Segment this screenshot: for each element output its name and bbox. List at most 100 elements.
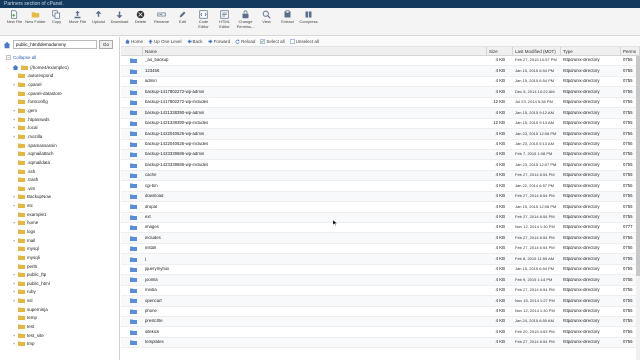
tree-item[interactable]: - (/home4/example1) — [0, 63, 119, 72]
file-name[interactable]: templates — [143, 340, 487, 345]
view-button[interactable]: View — [256, 10, 277, 25]
file-name[interactable]: phone — [143, 309, 487, 314]
file-row[interactable]: j 4 KB Feb 8, 2015 11:59 AM httpd/unix-dire… — [121, 254, 640, 265]
file-row[interactable]: backup-1417802272-wp-includes 12 KB Jul 23… — [121, 98, 640, 109]
move-button[interactable]: Move File — [67, 10, 88, 25]
column-name[interactable]: Name — [143, 46, 487, 56]
file-name[interactable]: backup-1421338390-wp-includes — [143, 121, 487, 126]
file-name[interactable]: opencart — [143, 299, 487, 304]
column-modified[interactable]: Last Modified (MDT) — [513, 46, 561, 56]
file-name[interactable]: install — [143, 246, 487, 251]
tree-toggle[interactable]: + — [12, 194, 16, 199]
extract-button[interactable]: Extract — [277, 10, 298, 25]
tree-item[interactable]: + .gem — [0, 106, 119, 115]
file-name[interactable]: backup-1417802272-wp-admin — [143, 90, 487, 95]
go-button[interactable]: Go — [99, 40, 113, 49]
unselect-all-action[interactable]: Unselect all — [289, 39, 319, 44]
code-editor-button[interactable]: Code Editor — [193, 10, 214, 29]
tree-item[interactable]: .sqmaildata — [0, 158, 119, 167]
reload-action[interactable]: Reload — [235, 39, 255, 44]
file-name[interactable]: jquerymyfiux — [143, 267, 487, 272]
tree-item[interactable]: + public_ftp — [0, 270, 119, 279]
tree-toggle[interactable]: + — [12, 289, 16, 294]
tree-item[interactable]: .ssh — [0, 167, 119, 176]
tree-toggle[interactable]: + — [12, 82, 16, 87]
file-row[interactable]: backup-1417802272-wp-admin 4 KB Dec 5, 201… — [121, 87, 640, 98]
tree-item[interactable]: + etc — [0, 201, 119, 210]
file-name[interactable]: joomla — [143, 278, 487, 283]
file-row[interactable]: phone 4 KB Nov 12, 2014 1:30 PM httpd/unix-… — [121, 307, 640, 317]
tree-item[interactable]: + ruby — [0, 288, 119, 297]
file-row[interactable]: 123456 4 KB Jan 15, 2015 6:54 PM httpd/unix… — [121, 66, 640, 77]
tree-toggle[interactable]: + — [12, 238, 16, 243]
path-input[interactable] — [13, 40, 97, 49]
file-row[interactable]: jquerymyfiux 4 KB Jan 15, 2015 6:54 PM http… — [121, 265, 640, 276]
rename-button[interactable]: Rename — [151, 10, 172, 25]
tree-toggle[interactable]: + — [12, 298, 16, 303]
forward-action[interactable]: Forward — [207, 39, 230, 44]
tree-toggle[interactable]: + — [12, 117, 16, 122]
tree-item[interactable]: .sqmailattach — [0, 149, 119, 158]
file-name[interactable]: backup-1417802272-wp-includes — [143, 100, 487, 105]
tree-item[interactable]: .trash — [0, 175, 119, 184]
html-editor-button[interactable]: HTML Editor — [214, 10, 235, 29]
compress-button[interactable]: Compress — [298, 10, 319, 25]
home-icon[interactable] — [3, 41, 11, 49]
file-row[interactable]: drupal 4 KB Jan 15, 2015 12:08 PM httpd/uni… — [121, 202, 640, 213]
file-row[interactable]: backup-1423339686-wp-includes 4 KB Jan 23,… — [121, 160, 640, 171]
tree-item[interactable]: + tmp — [0, 340, 119, 349]
tree-toggle[interactable]: + — [12, 108, 16, 113]
tree-toggle[interactable]: + — [12, 220, 16, 225]
file-name[interactable]: includes — [143, 236, 487, 241]
copy-button[interactable]: Copy — [46, 10, 67, 25]
file-name[interactable]: j — [143, 257, 487, 262]
tree-toggle[interactable]: + — [12, 125, 16, 130]
file-name[interactable]: drupal — [143, 205, 487, 210]
tree-toggle[interactable]: + — [12, 333, 16, 338]
tree-item[interactable]: + .htpasswds — [0, 115, 119, 124]
scrollbar-thumb[interactable] — [636, 56, 640, 276]
tree-item[interactable]: + BackupNow — [0, 193, 119, 202]
file-name[interactable]: backup-1422040626-wp-includes — [143, 142, 487, 147]
tree-item[interactable]: superninja — [0, 305, 119, 314]
tree-toggle[interactable]: + — [12, 281, 16, 286]
file-name[interactable]: 123456 — [143, 69, 487, 74]
permissions-button[interactable]: Change Permiss... — [235, 10, 256, 29]
column-size[interactable]: Size — [487, 46, 513, 56]
edit-button[interactable]: Edit — [172, 10, 193, 25]
collapse-all-link[interactable]: Collapse all — [0, 52, 119, 63]
file-row[interactable]: backup-1422040626-wp-includes 4 KB Jan 23,… — [121, 140, 640, 150]
column-type[interactable]: Type — [561, 46, 621, 56]
file-row[interactable]: opencart 4 KB Nov 15, 2014 1:27 PM httpd/un… — [121, 296, 640, 307]
file-name[interactable]: _ao_backup — [143, 58, 487, 63]
tree-toggle[interactable]: + — [12, 134, 16, 139]
file-row[interactable]: backup-1421338390-wp-admin 4 KB Jan 15, 20… — [121, 108, 640, 119]
download-button[interactable]: Download — [109, 10, 130, 25]
file-name[interactable]: admin — [143, 79, 487, 84]
file-name[interactable]: cgi-bin — [143, 184, 487, 189]
column-perms[interactable]: Perms — [621, 46, 640, 56]
tree-toggle[interactable]: + — [12, 272, 16, 277]
file-row[interactable]: backup-1422040626-wp-admin 4 KB Jan 23, 20… — [121, 129, 640, 140]
tree-item[interactable]: test — [0, 322, 119, 331]
tree-item[interactable]: + ssl — [0, 296, 119, 305]
file-row[interactable]: install 4 KB Feb 27, 2014 6:54 PM httpd/uni… — [121, 244, 640, 255]
delete-button[interactable]: Delete — [130, 10, 151, 25]
tree-item[interactable]: + .cpanel — [0, 80, 119, 89]
file-name[interactable]: prestcrtle — [143, 319, 487, 324]
file-row[interactable]: images 4 KB Nov 12, 2014 1:30 PM httpd/unix… — [121, 223, 640, 234]
file-row[interactable]: backup-1421338390-wp-includes 12 KB Jan 15… — [121, 119, 640, 130]
back-action[interactable]: Back — [186, 39, 203, 44]
file-name[interactable]: sitekick — [143, 330, 487, 335]
tree-item[interactable]: logs — [0, 227, 119, 236]
file-name[interactable]: media — [143, 288, 487, 293]
file-row[interactable]: _ao_backup 4 KB Feb 27, 2015 10:57 PM httpd… — [121, 56, 640, 67]
tree-item[interactable]: + mail — [0, 236, 119, 245]
tree-item[interactable]: mysqli — [0, 253, 119, 262]
up-action[interactable]: Up One Level — [148, 39, 182, 44]
tree-item[interactable]: perl5 — [0, 262, 119, 271]
tree-item[interactable]: .cpanel-datastore — [0, 89, 119, 98]
tree-item[interactable]: + public_html — [0, 279, 119, 288]
file-name[interactable]: backup-1422040626-wp-admin — [143, 132, 487, 137]
file-name[interactable]: ext — [143, 215, 487, 220]
